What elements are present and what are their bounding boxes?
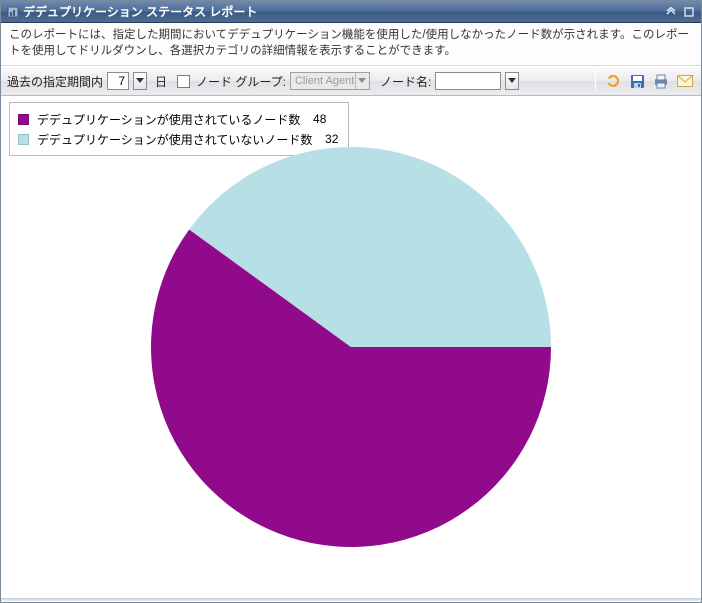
email-button[interactable] xyxy=(675,71,695,91)
toolbar: 過去の指定期間内 日 ノード グループ: Client Agent ノード名: xyxy=(1,66,701,96)
save-button[interactable] xyxy=(627,71,647,91)
period-label: 過去の指定期間内 xyxy=(7,73,103,90)
refresh-button[interactable] xyxy=(603,71,623,91)
node-name-dropdown-button[interactable] xyxy=(505,72,519,90)
chevron-down-icon xyxy=(355,73,369,89)
period-input[interactable] xyxy=(107,72,129,90)
node-name-label: ノード名: xyxy=(380,73,431,90)
chart-area: デデュプリケーションが使用されているノード数 48 デデュプリケーションが使用さ… xyxy=(1,96,701,598)
node-group-value: Client Agent xyxy=(295,75,354,87)
maximize-button[interactable] xyxy=(681,5,697,19)
collapse-button[interactable] xyxy=(663,5,679,19)
node-group-select[interactable]: Client Agent xyxy=(290,72,370,90)
node-name-input[interactable] xyxy=(435,72,501,90)
report-description: このレポートには、指定した期間においてデデュプリケーション機能を使用した/使用し… xyxy=(1,23,701,66)
pie-chart xyxy=(1,96,701,598)
report-icon xyxy=(7,6,19,18)
period-unit-label: 日 xyxy=(155,73,167,90)
node-group-checkbox[interactable] xyxy=(177,75,190,88)
toolbar-divider xyxy=(595,71,596,91)
titlebar: デデュプリケーション ステータス レポート xyxy=(1,1,701,23)
shadow xyxy=(1,598,701,602)
period-dropdown-button[interactable] xyxy=(133,72,147,90)
node-group-label: ノード グループ: xyxy=(196,73,286,90)
report-window: デデュプリケーション ステータス レポート このレポートには、指定した期間におい… xyxy=(0,0,702,603)
print-button[interactable] xyxy=(651,71,671,91)
window-title: デデュプリケーション ステータス レポート xyxy=(23,3,661,20)
